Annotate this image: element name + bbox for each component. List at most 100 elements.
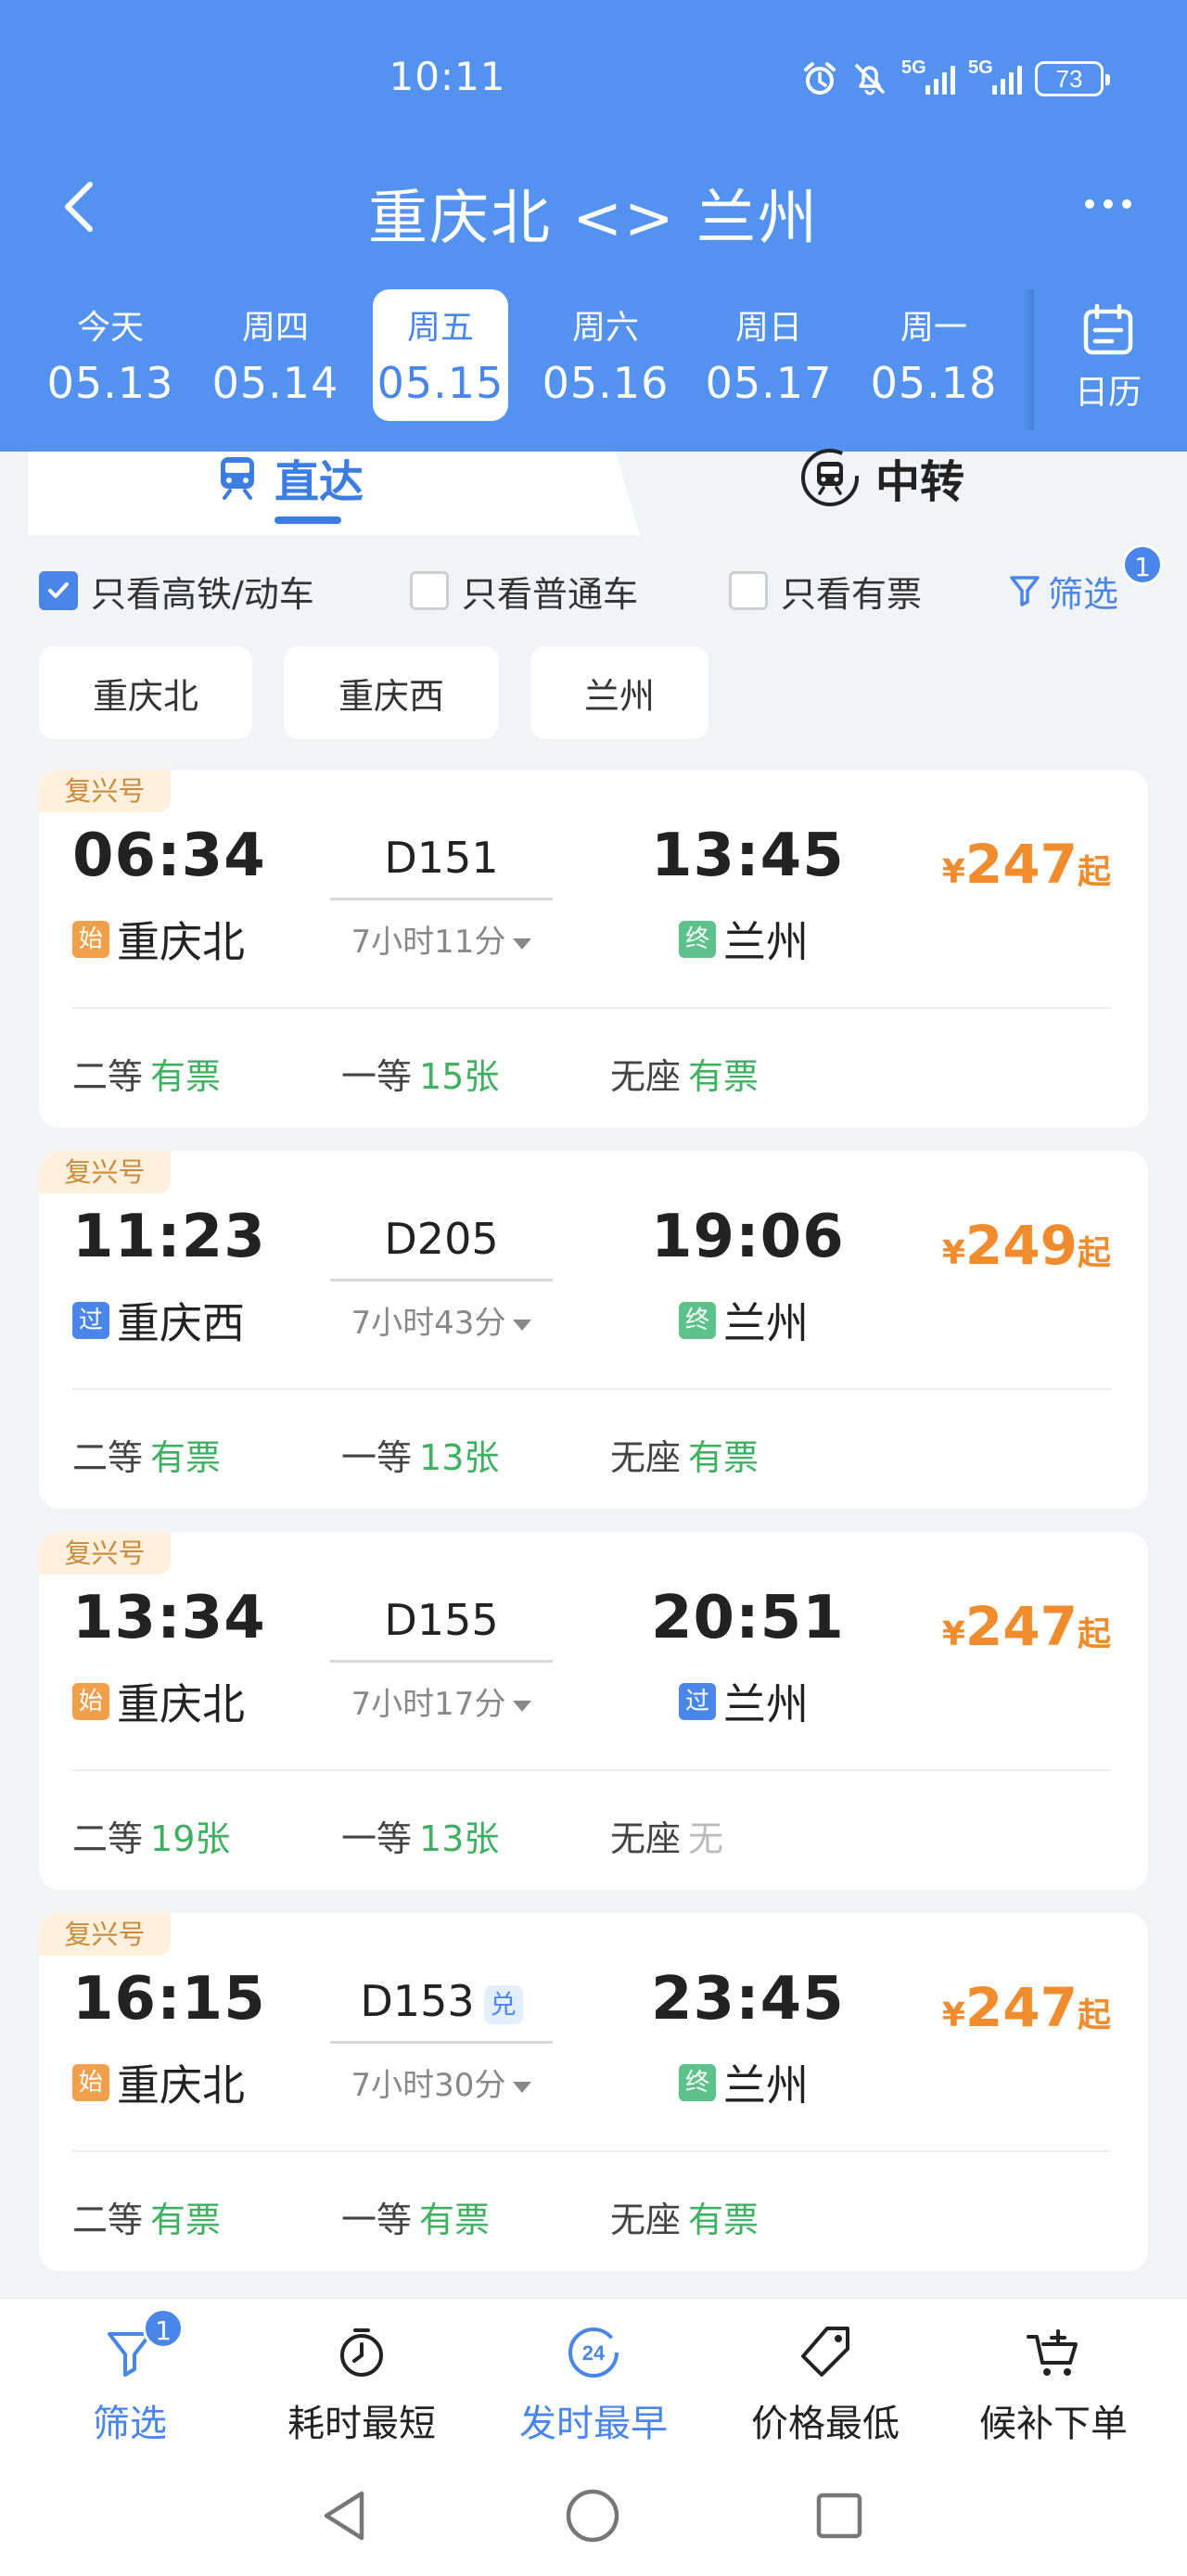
tab-bar: 直达 中转: [0, 449, 1187, 535]
arrival-station: 过兰州: [679, 1671, 809, 1732]
header: 10:11 5G 5G 73 重庆北 <> 兰州 今天 05.13 周四 05.…: [0, 0, 1187, 452]
tab-transfer[interactable]: 中转: [799, 440, 964, 515]
status-time: 10:11: [389, 54, 506, 99]
divider: [1023, 289, 1034, 430]
arrival-station: 终兰州: [679, 909, 809, 970]
arrival-station: 终兰州: [679, 1290, 809, 1351]
tab-direct[interactable]: 直达: [215, 440, 364, 515]
mute-bell-icon: [851, 57, 888, 100]
start-marker: 始: [72, 1683, 109, 1720]
seat-second-class: 二等 有票: [72, 1437, 222, 1478]
battery-icon: 73: [1035, 61, 1110, 96]
divider: [72, 1769, 1111, 1771]
station-chip[interactable]: 重庆西: [284, 646, 499, 739]
filter-count-badge: 1: [143, 2308, 184, 2349]
train-number: D153 兑: [330, 1976, 553, 2026]
end-marker: 终: [679, 2064, 716, 2101]
more-dot-icon: [1104, 199, 1113, 209]
price: ¥249起: [941, 1214, 1111, 1277]
date-item[interactable]: 周日 05.17: [701, 289, 836, 421]
sort-cheapest-button[interactable]: 价格最低: [723, 2321, 927, 2447]
station-chip[interactable]: 兰州: [530, 646, 708, 739]
departure-time: 11:23: [72, 1203, 266, 1271]
arrival-time: 23:45: [651, 1965, 845, 2034]
arrival-time: 20:51: [651, 1584, 845, 1652]
caret-down-icon: [513, 937, 532, 950]
more-dot-icon: [1122, 199, 1131, 209]
route-line: [330, 1279, 553, 1282]
clock-24-icon: 24: [568, 2327, 619, 2378]
seat-no-seat: 无座 有票: [610, 1056, 759, 1097]
duration-toggle[interactable]: 7小时30分: [330, 2060, 553, 2105]
seat-second-class: 二等 19张: [72, 1818, 231, 1859]
checkbox-checked-icon: [39, 571, 78, 610]
brand-tag: 复兴号: [39, 1151, 171, 1193]
checkbox-icon: [410, 571, 449, 610]
system-home-button[interactable]: [560, 2483, 625, 2548]
calendar-icon: [1083, 303, 1133, 355]
seat-no-seat: 无座 有票: [610, 1437, 759, 1478]
date-item[interactable]: 周六 05.16: [538, 289, 673, 421]
caret-down-icon: [513, 2081, 532, 2093]
departure-time: 06:34: [72, 822, 266, 890]
cart-plus-icon: [1027, 2329, 1078, 2376]
divider: [72, 1388, 1111, 1390]
duration-toggle[interactable]: 7小时11分: [330, 916, 553, 962]
pass-marker: 过: [72, 1302, 109, 1339]
system-back-button[interactable]: [312, 2483, 377, 2548]
calendar-button[interactable]: 日历: [1048, 289, 1168, 421]
system-recents-button[interactable]: [807, 2483, 872, 2548]
date-item-selected[interactable]: 周五 05.15: [373, 289, 508, 421]
square-recents-icon: [816, 2493, 862, 2539]
brand-tag: 复兴号: [39, 770, 171, 812]
duration-toggle[interactable]: 7小时17分: [330, 1678, 553, 1724]
seat-no-seat: 无座无: [610, 1818, 724, 1859]
checkbox-icon: [729, 571, 768, 610]
departure-station: 始重庆北: [72, 1671, 245, 1732]
arrival-time: 19:06: [651, 1203, 845, 1271]
date-item[interactable]: 今天 05.13: [43, 289, 178, 421]
train-card[interactable]: 复兴号 13:34 D155 20:51 ¥247起 7小时17分 始重庆北 过…: [39, 1532, 1148, 1890]
sort-bar: 1 筛选 耗时最短 24 发时最早 价格最低 候补下单: [0, 2298, 1187, 2457]
divider: [72, 2150, 1111, 2152]
departure-station: 始重庆北: [72, 2052, 245, 2113]
more-button[interactable]: [1066, 176, 1150, 232]
train-number: D151: [384, 833, 499, 883]
waitlist-button[interactable]: 候补下单: [951, 2321, 1155, 2447]
date-item[interactable]: 周四 05.14: [208, 289, 343, 421]
end-marker: 终: [679, 1302, 716, 1339]
filter-sort-button[interactable]: 1 筛选: [28, 2308, 232, 2447]
departure-time: 13:34: [72, 1584, 266, 1652]
train-card[interactable]: 复兴号 11:23 D205 19:06 ¥249起 7小时43分 过重庆西 终…: [39, 1151, 1148, 1509]
available-only-checkbox[interactable]: 只看有票: [729, 563, 922, 618]
departure-station: 过重庆西: [72, 1290, 245, 1351]
station-chip[interactable]: 重庆北: [39, 646, 252, 739]
circle-home-icon: [566, 2489, 619, 2543]
divider: [72, 1007, 1111, 1009]
stopwatch-icon: [340, 2328, 383, 2377]
caret-down-icon: [513, 1700, 532, 1712]
filter-button[interactable]: 筛选: [1009, 563, 1118, 618]
sort-shortest-button[interactable]: 耗时最短: [260, 2321, 464, 2447]
status-bar: 10:11 5G 5G 73: [0, 0, 1187, 158]
transfer-train-icon: [801, 449, 859, 506]
seat-first-class: 一等 15张: [341, 1056, 500, 1097]
train-card[interactable]: 复兴号 16:15 D153 兑 23:45 ¥247起 7小时30分 始重庆北 …: [39, 1913, 1148, 2271]
signal-icon: 5G: [968, 57, 1022, 95]
signal-icon: 5G: [901, 57, 955, 95]
brand-tag: 复兴号: [39, 1532, 171, 1575]
price: ¥247起: [941, 1595, 1111, 1658]
arrival-station: 终兰州: [679, 2052, 809, 2113]
funnel-icon: [1010, 576, 1040, 606]
high-speed-only-checkbox[interactable]: 只看高铁/动车: [39, 563, 314, 618]
brand-tag: 复兴号: [39, 1913, 171, 1956]
date-item[interactable]: 周一 05.18: [866, 289, 1002, 421]
sort-earliest-button[interactable]: 24 发时最早: [491, 2321, 696, 2447]
filter-section: 只看高铁/动车 只看普通车 只看有票 筛选 1 重庆北 重庆西 兰州: [0, 535, 1187, 763]
duration-toggle[interactable]: 7小时43分: [330, 1297, 553, 1343]
train-card[interactable]: 复兴号 06:34 D151 13:45 ¥247起 7小时11分 始重庆北 终…: [39, 770, 1148, 1128]
end-marker: 终: [679, 921, 716, 958]
seat-no-seat: 无座 有票: [610, 2200, 759, 2240]
caret-down-icon: [513, 1319, 532, 1331]
regular-only-checkbox[interactable]: 只看普通车: [410, 563, 638, 618]
